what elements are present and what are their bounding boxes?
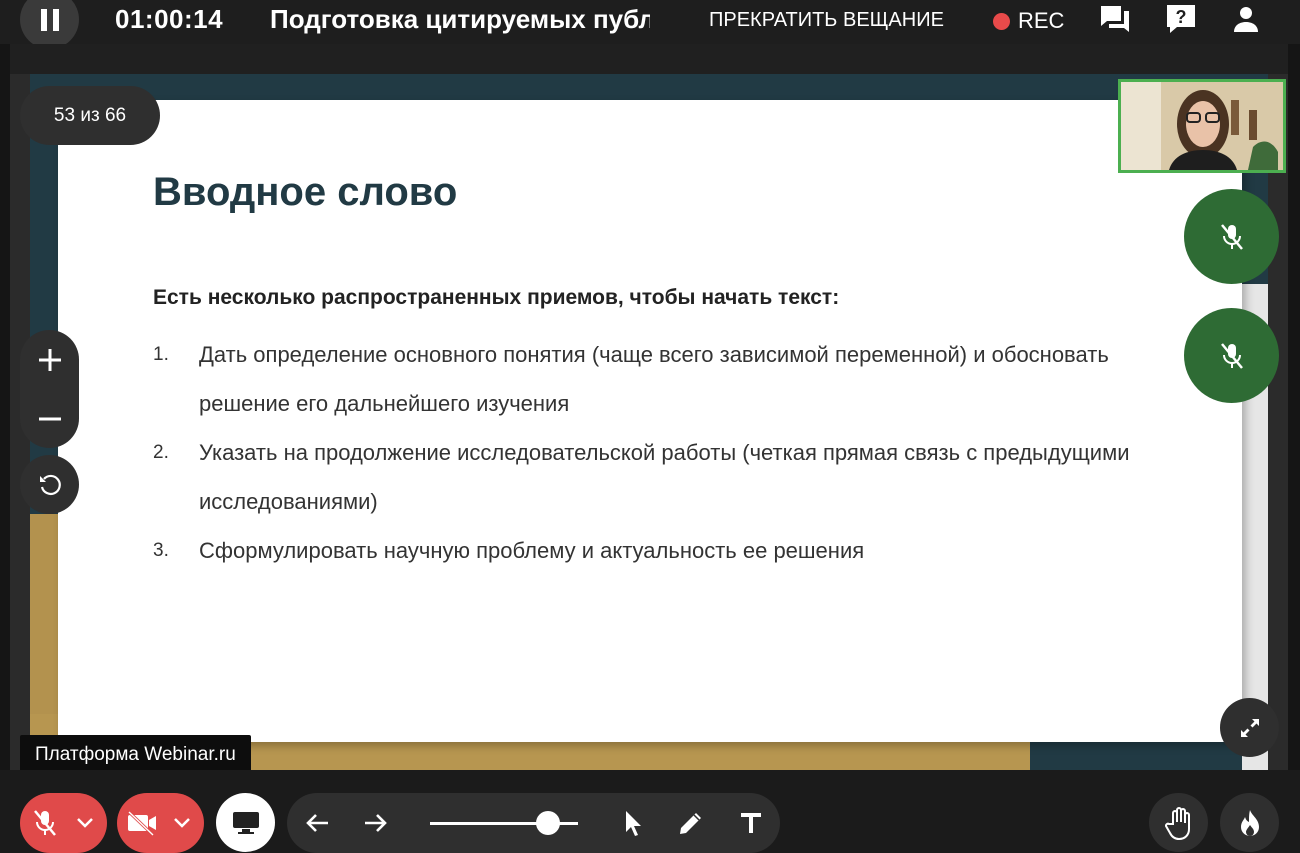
- previous-slide-button[interactable]: [297, 803, 337, 843]
- stop-broadcast-button[interactable]: ПРЕКРАТИТЬ ВЕЩАНИЕ: [709, 9, 944, 32]
- list-item-number: 1.: [153, 344, 169, 365]
- rec-label: REC: [1018, 8, 1065, 33]
- cursor-icon: [626, 811, 641, 836]
- zoom-in-button[interactable]: [20, 330, 79, 389]
- screen-share-icon: [232, 811, 259, 834]
- hand-icon: [1164, 806, 1190, 840]
- participant-mic-button[interactable]: [1184, 189, 1279, 284]
- top-bar: 01:00:14 Подготовка цитируемых публикаци…: [0, 0, 1300, 49]
- camera-options-button[interactable]: [167, 817, 197, 829]
- chat-button[interactable]: [1097, 2, 1133, 36]
- slide-area: Вводное слово Есть несколько распростран…: [10, 74, 1288, 770]
- mic-off-icon: [1220, 223, 1243, 250]
- list-item-text: Указать на продолжение исследовательской…: [199, 440, 1130, 514]
- record-dot-icon: [993, 12, 1010, 30]
- presentation-tools: [287, 793, 780, 853]
- pencil-icon: [680, 813, 701, 834]
- slide-counter: 53 из 66: [20, 86, 160, 145]
- chevron-down-icon: [174, 818, 190, 828]
- camera-off-icon: [127, 810, 156, 836]
- user-icon: [1234, 7, 1258, 32]
- camera-button[interactable]: [117, 810, 167, 836]
- list-item-text: Дать определение основного понятия (чаще…: [199, 342, 1109, 416]
- chevron-down-icon: [77, 818, 93, 828]
- chat-icon: [1101, 6, 1129, 32]
- help-icon: ?: [1167, 5, 1195, 33]
- zoom-out-button[interactable]: [20, 389, 79, 448]
- zoom-controls: [20, 330, 79, 448]
- slide-slider-thumb[interactable]: [536, 811, 560, 835]
- microphone-button[interactable]: [20, 808, 70, 838]
- slide-list: 1. Дать определение основного понятия (ч…: [153, 330, 1153, 575]
- recording-indicator: REC: [993, 8, 1064, 34]
- list-item: 1. Дать определение основного понятия (ч…: [153, 330, 1153, 428]
- slide-lead-text: Есть несколько распространенных приемов,…: [153, 286, 840, 309]
- user-button[interactable]: [1228, 2, 1264, 36]
- reset-zoom-button[interactable]: [20, 455, 79, 514]
- fullscreen-button[interactable]: [1220, 698, 1279, 757]
- slide-heading: Вводное слово: [153, 170, 458, 214]
- next-slide-button[interactable]: [356, 803, 396, 843]
- help-button[interactable]: ?: [1163, 2, 1199, 36]
- webinar-title: Подготовка цитируемых публикаций: [270, 4, 650, 34]
- platform-label: Платформа Webinar.ru: [20, 735, 251, 775]
- list-item: 2. Указать на продолжение исследовательс…: [153, 428, 1153, 526]
- stage-edge-right: [1288, 44, 1300, 770]
- plus-icon: [38, 348, 61, 371]
- fire-icon: [1240, 809, 1259, 836]
- mic-off-icon: [34, 810, 56, 836]
- pause-button[interactable]: [20, 0, 79, 49]
- presentation-stage: Вводное слово Есть несколько распростран…: [0, 44, 1300, 770]
- minus-icon: [38, 417, 61, 420]
- arrow-left-icon: [306, 814, 328, 832]
- svg-text:?: ?: [1176, 7, 1187, 27]
- text-icon: [741, 813, 761, 833]
- slide-content: Вводное слово Есть несколько распростран…: [58, 100, 1242, 742]
- slide: Вводное слово Есть несколько распростран…: [30, 74, 1268, 770]
- broadcast-timer: 01:00:14: [115, 4, 224, 34]
- stage-edge-left: [0, 44, 10, 770]
- reset-icon: [39, 474, 61, 495]
- presenter-video[interactable]: [1118, 79, 1286, 173]
- participant-mic-button[interactable]: [1184, 308, 1279, 403]
- microphone-options-button[interactable]: [70, 817, 100, 829]
- mic-off-icon: [1220, 342, 1243, 369]
- arrow-right-icon: [365, 814, 387, 832]
- list-item: 3. Сформулировать научную проблему и акт…: [153, 526, 1153, 575]
- microphone-toggle[interactable]: [20, 793, 107, 853]
- screen-share-button[interactable]: [216, 793, 275, 852]
- list-item-number: 2.: [153, 442, 169, 463]
- list-item-text: Сформулировать научную проблему и актуал…: [199, 538, 865, 563]
- raise-hand-button[interactable]: [1149, 793, 1208, 852]
- pointer-tool-button[interactable]: [613, 803, 653, 843]
- pencil-tool-button[interactable]: [671, 803, 711, 843]
- reactions-button[interactable]: [1220, 793, 1279, 852]
- expand-icon: [1240, 718, 1259, 737]
- camera-toggle[interactable]: [117, 793, 204, 853]
- presenter-video-image: [1121, 82, 1283, 170]
- pause-icon: [40, 8, 59, 31]
- text-tool-button[interactable]: [731, 803, 771, 843]
- list-item-number: 3.: [153, 540, 169, 561]
